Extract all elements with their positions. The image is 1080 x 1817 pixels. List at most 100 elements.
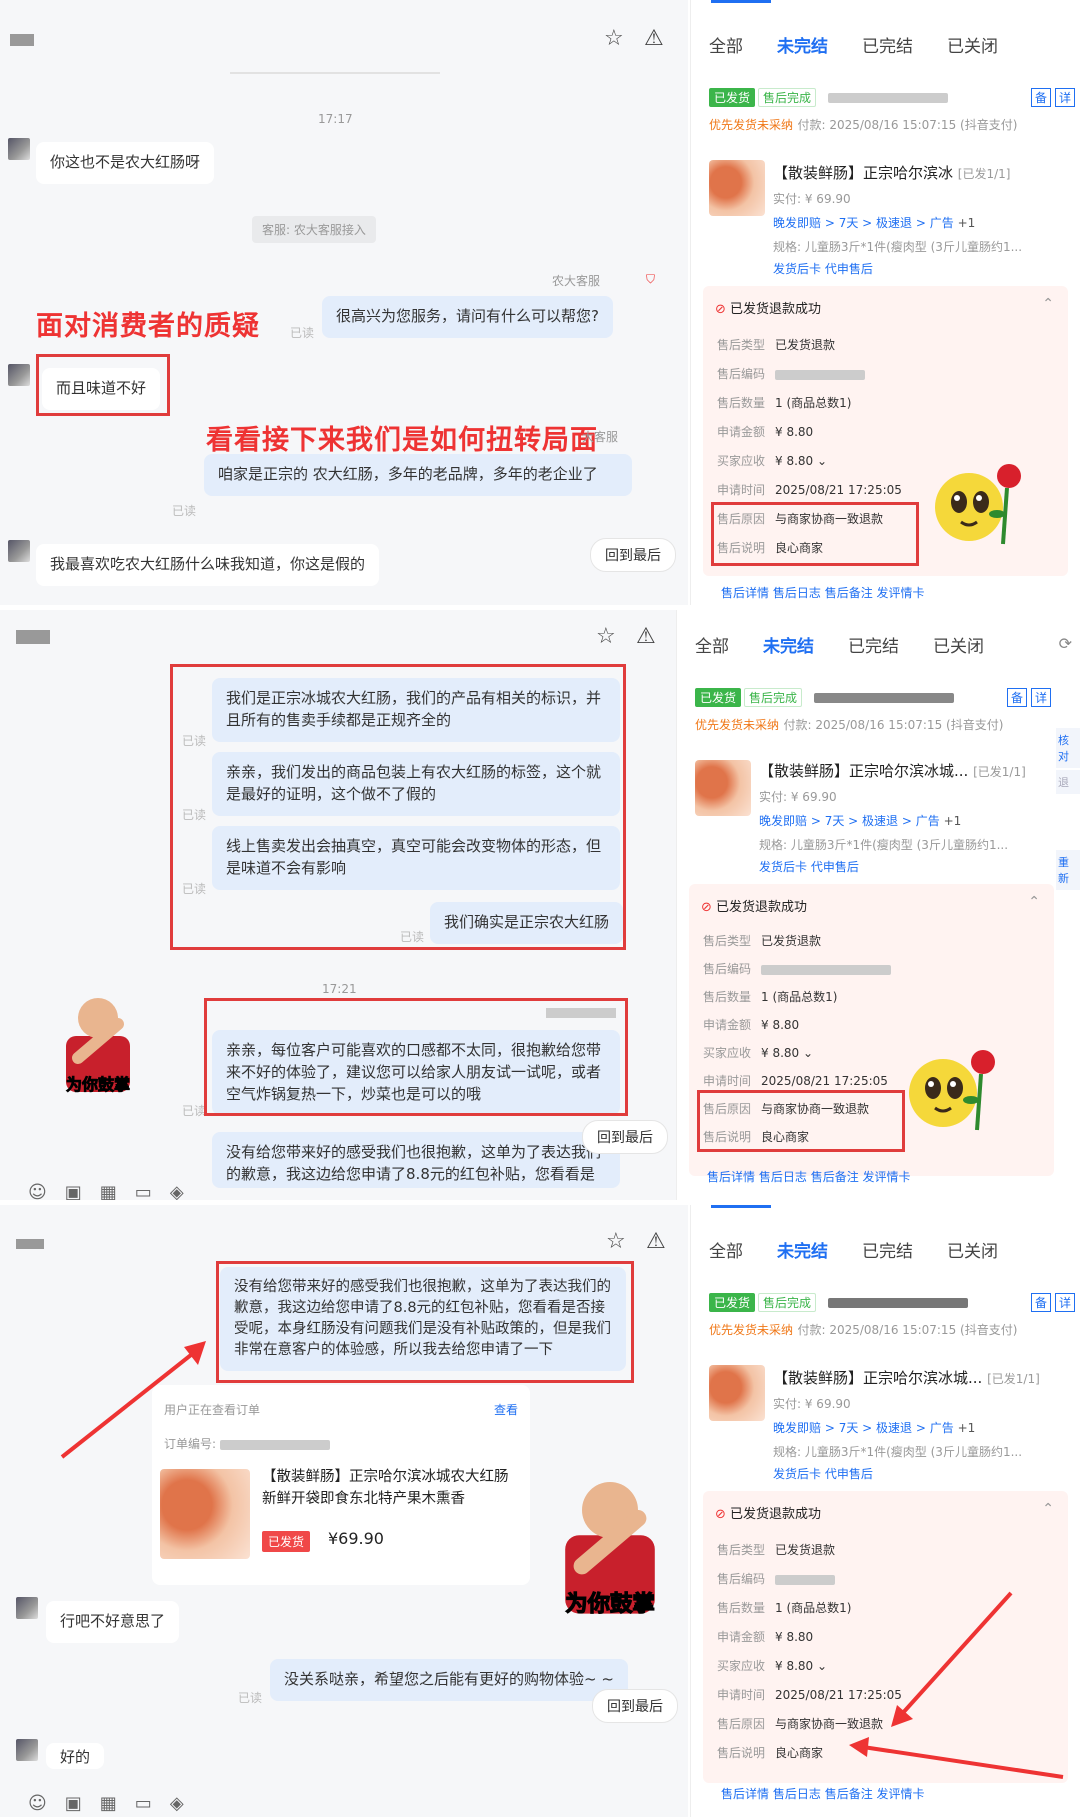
status-badge: 已发货 — [709, 1293, 756, 1312]
note-button[interactable]: 备 — [1031, 88, 1052, 107]
note-button[interactable]: 备 — [1007, 688, 1028, 707]
order-panel: 全部 未完结 已完结 已关闭 已发货 售后完成 备 详 优先发货未采纳 付款: 2025… — [690, 0, 1080, 605]
tab-closed[interactable]: 已关闭 — [947, 1242, 998, 1262]
panel-1: ☆ ⚠ 17:17 你这也不是农大红肠呀 客服: 农大客服接入 农大客服 ⛉ 面… — [0, 0, 1080, 605]
view-order-link[interactable]: 查看 — [494, 1401, 518, 1418]
tab-all[interactable]: 全部 — [709, 37, 743, 57]
warning-icon[interactable]: ⚠ — [644, 28, 664, 50]
highlight-box — [216, 1261, 634, 1383]
annotation-text: 面对消费者的质疑 — [36, 311, 260, 342]
tab-unfinished[interactable]: 未完结 — [763, 637, 814, 657]
info-row: 售后类型 已发货退款 — [717, 338, 836, 352]
refund-success-icon: ⊘ — [715, 1507, 726, 1522]
star-icon[interactable]: ☆ — [596, 626, 616, 648]
timestamp: 17:21 — [322, 982, 357, 996]
emoji-icon[interactable]: ☺ — [28, 1793, 65, 1814]
layers-icon[interactable]: ◈ — [170, 1793, 202, 1814]
info-row: 申请时间 2025/08/21 17:25:05 — [717, 483, 902, 497]
info-row: 售后编码 — [703, 960, 892, 977]
chat-area: ☆ ⚠ 17:17 你这也不是农大红肠呀 客服: 农大客服接入 农大客服 ⛉ 面… — [0, 0, 688, 605]
refund-status: ⊘ 已发货退款成功 — [715, 1507, 822, 1522]
status-badge: 售后完成 — [758, 1293, 817, 1312]
detail-button[interactable]: 详 — [1055, 88, 1076, 107]
agent-name: 农大客服 — [552, 274, 601, 288]
back-to-latest-button[interactable]: 回到最后 — [582, 1120, 668, 1154]
tab-all[interactable]: 全部 — [695, 637, 729, 657]
star-icon[interactable]: ☆ — [606, 1231, 626, 1253]
info-row: 申请金额 ¥ 8.80 — [717, 1630, 814, 1644]
back-to-latest-button[interactable]: 回到最后 — [592, 1689, 678, 1723]
chat-toolbar: ☺▣▦▭◈ — [28, 1182, 202, 1200]
tab-indicator — [711, 0, 771, 3]
agent-name: 大客服 — [582, 430, 619, 444]
info-row: 售后数量 1 (商品总数1) — [717, 396, 852, 410]
paid-amount: 实付: ¥ 69.90 — [759, 790, 837, 804]
order-number: 订单编号: — [164, 1435, 330, 1452]
bottom-links: 售后详情 售后日志 售后备注 发评情卡 — [721, 1787, 925, 1801]
order-card[interactable]: 用户正在查看订单 查看 订单编号: 【散装鲜肠】正宗哈尔滨冰城农大红肠新鲜开袋即… — [152, 1385, 530, 1585]
product-thumbnail[interactable] — [695, 760, 751, 816]
folder-icon[interactable]: ▭ — [135, 1182, 170, 1200]
customer-message: 你这也不是农大红肠呀 — [36, 142, 215, 184]
emoji-sticker — [909, 1050, 995, 1131]
side-action-redo[interactable]: 重新 — [1056, 850, 1080, 890]
tab-finished[interactable]: 已完结 — [862, 37, 913, 57]
customer-avatar — [16, 1739, 38, 1761]
layers-icon[interactable]: ◈ — [170, 1182, 202, 1200]
product-title[interactable]: 【散装鲜肠】正宗哈尔滨冰 [已发1/1] — [773, 162, 1010, 183]
side-action-verify[interactable]: 核对 — [1056, 728, 1080, 768]
product-thumbnail[interactable] — [709, 160, 765, 216]
highlight-box — [697, 1090, 905, 1152]
star-icon[interactable]: ☆ — [604, 28, 624, 50]
product-tags: 晚发即赔 > 7天 > 极速退 > 广告 +1 — [773, 1421, 976, 1435]
redacted-order-id — [828, 93, 949, 103]
back-to-latest-button[interactable]: 回到最后 — [590, 538, 676, 572]
emoji-icon[interactable]: ☺ — [28, 1182, 65, 1200]
image-icon[interactable]: ▣ — [65, 1793, 100, 1814]
tab-closed[interactable]: 已关闭 — [933, 637, 984, 657]
order-meta: 优先发货未采纳 付款: 2025/08/16 15:07:15 (抖音支付) — [695, 718, 1004, 732]
read-status: 已读 — [182, 1104, 207, 1118]
tab-unfinished[interactable]: 未完结 — [777, 37, 828, 57]
customer-avatar — [8, 364, 30, 386]
calendar-icon[interactable]: ▦ — [100, 1793, 135, 1814]
info-row: 申请金额 ¥ 8.80 — [717, 425, 814, 439]
info-row: 售后编码 — [717, 1570, 836, 1587]
read-status: 已读 — [238, 1691, 263, 1705]
tab-finished[interactable]: 已完结 — [862, 1242, 913, 1262]
tab-unfinished[interactable]: 未完结 — [777, 1242, 828, 1262]
collapse-icon[interactable]: ⌃ — [1042, 1501, 1054, 1517]
calendar-icon[interactable]: ▦ — [100, 1182, 135, 1200]
svg-text:为你鼓掌: 为你鼓掌 — [565, 1591, 655, 1617]
image-icon[interactable]: ▣ — [65, 1182, 100, 1200]
warning-icon[interactable]: ⚠ — [636, 626, 656, 648]
warning-icon[interactable]: ⚠ — [646, 1231, 666, 1253]
note-button[interactable]: 备 — [1031, 1293, 1052, 1312]
tab-finished[interactable]: 已完结 — [848, 637, 899, 657]
read-status: 已读 — [290, 326, 315, 340]
order-meta: 优先发货未采纳 付款: 2025/08/16 15:07:15 (抖音支付) — [709, 118, 1018, 132]
product-title[interactable]: 【散装鲜肠】正宗哈尔滨冰城... [已发1/1] — [773, 1367, 1040, 1388]
product-title[interactable]: 【散装鲜肠】正宗哈尔滨冰城... [已发1/1] — [759, 760, 1026, 781]
applause-sticker: 为你鼓掌 — [66, 998, 130, 1094]
product-tags: 晚发即赔 > 7天 > 极速退 > 广告 +1 — [759, 814, 962, 828]
order-panel: 全部 未完结 已完结 已关闭 ⟳ 已发货 售后完成 备 详 优先发货未采纳 付款: 20… — [676, 610, 1080, 1200]
product-spec: 规格: 儿童肠3斤*1件(瘦肉型 (3斤儿童肠约1... — [773, 240, 1023, 254]
refresh-icon[interactable]: ⟳ — [1059, 634, 1072, 653]
tab-all[interactable]: 全部 — [709, 1242, 743, 1262]
detail-button[interactable]: 详 — [1055, 1293, 1076, 1312]
collapse-icon[interactable]: ⌃ — [1028, 894, 1040, 910]
refund-success-icon: ⊘ — [715, 302, 726, 317]
info-row: 售后编码 — [717, 365, 866, 382]
bottom-links: 售后详情 售后日志 售后备注 发评情卡 — [721, 586, 925, 600]
product-thumbnail[interactable] — [709, 1365, 765, 1421]
order-panel: 全部 未完结 已完结 已关闭 已发货 售后完成 备 详 优先发货未采纳 付款: 2025… — [690, 1205, 1080, 1817]
folder-icon[interactable]: ▭ — [135, 1793, 170, 1814]
order-status-line: 已发货 售后完成 — [709, 88, 949, 107]
side-action-refund[interactable]: 退 — [1056, 770, 1080, 794]
tab-closed[interactable]: 已关闭 — [947, 37, 998, 57]
contact-avatar — [16, 1239, 44, 1249]
collapse-icon[interactable]: ⌃ — [1042, 296, 1054, 312]
detail-button[interactable]: 详 — [1031, 688, 1052, 707]
highlight-box — [204, 998, 628, 1116]
